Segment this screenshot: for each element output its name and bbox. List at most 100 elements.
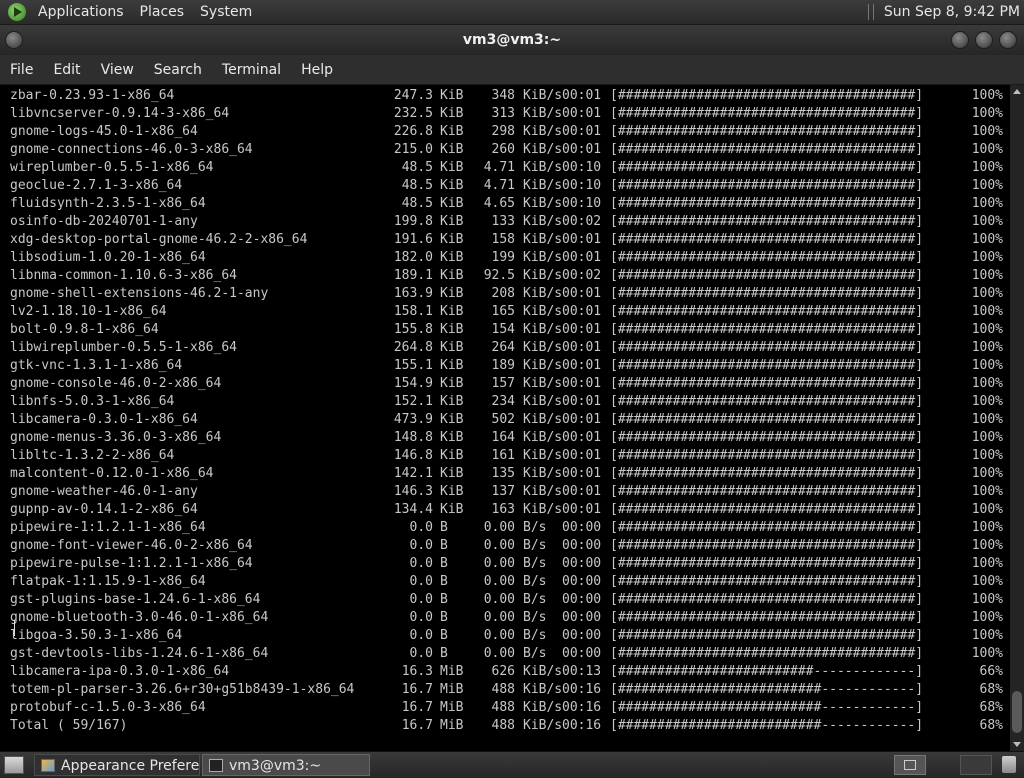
download-size: 247.3 (393, 88, 433, 103)
download-row: pipewire-pulse-1:1.2.1-1-x86_64 0.0 B 0.00 B… (10, 555, 1005, 573)
size-unit: KiB (440, 196, 464, 211)
rate-unit: KiB/s (523, 700, 563, 715)
appearance-app-icon (41, 759, 55, 772)
download-size: 199.8 (393, 214, 433, 229)
transfer-rate: 348 (491, 88, 515, 103)
rate-unit: KiB/s (523, 196, 563, 211)
package-name: gnome-shell-extensions-46.2-1-any (10, 286, 269, 301)
elapsed-time: 00:01 (562, 466, 602, 481)
size-unit: KiB (440, 466, 464, 481)
rate-unit: KiB/s (523, 430, 563, 445)
progress-percent: 100% (971, 520, 1003, 535)
scroll-up-icon[interactable] (1010, 85, 1024, 99)
download-row: gnome-bluetooth-3.0-46.0-1-x86_64 0.0 B 0.0… (10, 609, 1005, 627)
size-unit: KiB (440, 286, 464, 301)
top-panel: Applications Places System Sun Sep 8, 9:… (0, 0, 1024, 25)
package-name: xdg-desktop-portal-gnome-46.2-2-x86_64 (10, 232, 308, 247)
size-unit: B (440, 538, 448, 553)
download-row: xdg-desktop-portal-gnome-46.2-2-x86_64 19… (10, 231, 1005, 249)
package-name: libwireplumber-0.5.5-1-x86_64 (10, 340, 237, 355)
rate-unit: KiB/s (523, 160, 563, 175)
elapsed-time: 00:01 (562, 502, 602, 517)
minimize-button[interactable] (951, 31, 969, 49)
menu-help[interactable]: Help (291, 62, 343, 78)
progress-bar: [##########################------------] (610, 718, 924, 733)
task-appearance-preferences[interactable]: Appearance Prefere... (34, 754, 200, 776)
download-row: gst-plugins-base-1.24.6-1-x86_64 0.0 B 0.00… (10, 591, 1005, 609)
menu-view[interactable]: View (91, 62, 144, 78)
close-button[interactable] (999, 31, 1017, 49)
download-row: gnome-console-46.0-2-x86_64 154.9 KiB 157 Ki… (10, 375, 1005, 393)
progress-bar: [######################################] (610, 610, 924, 625)
download-size: 0.0 (409, 646, 433, 661)
progress-percent: 100% (971, 448, 1003, 463)
progress-bar: [######################################] (610, 124, 924, 139)
transfer-rate: 199 (491, 250, 515, 265)
progress-bar: [######################################] (610, 466, 924, 481)
transfer-rate: 0.00 (483, 610, 515, 625)
download-size: 16.7 (401, 682, 433, 697)
rate-unit: B/s (523, 538, 547, 553)
download-size: 232.5 (393, 106, 433, 121)
elapsed-time: 00:01 (562, 232, 602, 247)
progress-percent: 100% (971, 250, 1003, 265)
workspace-1[interactable] (894, 755, 926, 775)
transfer-rate: 0.00 (483, 520, 515, 535)
system-menu[interactable]: System (192, 4, 260, 20)
progress-bar: [######################################] (610, 628, 924, 643)
download-size: 155.1 (393, 358, 433, 373)
show-desktop-icon[interactable] (4, 756, 24, 774)
package-name: gupnp-av-0.14.1-2-x86_64 (10, 502, 198, 517)
transfer-rate: 158 (491, 232, 515, 247)
window-menu-icon[interactable] (5, 31, 23, 49)
elapsed-time: 00:01 (562, 394, 602, 409)
download-size: 0.0 (409, 556, 433, 571)
rate-unit: KiB/s (523, 88, 563, 103)
menu-edit[interactable]: Edit (43, 62, 90, 78)
task-terminal[interactable]: vm3@vm3:~ (202, 754, 370, 776)
menu-file[interactable]: File (0, 62, 43, 78)
progress-percent: 100% (971, 628, 1003, 643)
clock[interactable]: Sun Sep 8, 9:42 PM (884, 4, 1020, 20)
maximize-button[interactable] (975, 31, 993, 49)
scroll-down-icon[interactable] (1010, 737, 1024, 751)
terminal-menubar: File Edit View Search Terminal Help (0, 55, 1024, 85)
package-name: geoclue-2.7.1-3-x86_64 (10, 178, 183, 193)
package-name: libltc-1.3.2-2-x86_64 (10, 448, 175, 463)
elapsed-time: 00:00 (562, 520, 602, 535)
transfer-rate: 502 (491, 412, 515, 427)
download-row: geoclue-2.7.1-3-x86_64 48.5 KiB 4.71 KiB/s 00… (10, 177, 1005, 195)
size-unit: KiB (440, 178, 464, 193)
size-unit: KiB (440, 250, 464, 265)
terminal-scrollbar[interactable] (1010, 85, 1024, 751)
package-name: malcontent-0.12.0-1-x86_64 (10, 466, 214, 481)
transfer-rate: 208 (491, 286, 515, 301)
rate-unit: KiB/s (523, 466, 563, 481)
download-size: 155.8 (393, 322, 433, 337)
menu-terminal[interactable]: Terminal (212, 62, 291, 78)
window-titlebar[interactable]: vm3@vm3:~ (0, 25, 1024, 55)
scroll-thumb[interactable] (1012, 691, 1022, 733)
applications-logo-icon[interactable] (8, 3, 26, 21)
package-name: gnome-console-46.0-2-x86_64 (10, 376, 222, 391)
progress-bar: [######################################] (610, 340, 924, 355)
trash-icon[interactable] (1002, 756, 1016, 773)
progress-bar: [######################################] (610, 520, 924, 535)
download-row: fluidsynth-2.3.5-1-x86_64 48.5 KiB 4.65 KiB/… (10, 195, 1005, 213)
size-unit: KiB (440, 142, 464, 157)
rate-unit: B/s (523, 556, 547, 571)
elapsed-time: 00:00 (562, 646, 602, 661)
package-name: libgoa-3.50.3-1-x86_64 (10, 628, 183, 643)
transfer-rate: 0.00 (483, 628, 515, 643)
transfer-rate: 0.00 (483, 574, 515, 589)
terminal-output[interactable]: zbar-0.23.93-1-x86_64 247.3 KiB 348 KiB/s 00:… (0, 85, 1010, 751)
elapsed-time: 00:01 (562, 376, 602, 391)
progress-percent: 100% (971, 466, 1003, 481)
transfer-rate: 92.5 (483, 268, 515, 283)
applications-menu[interactable]: Applications (30, 4, 132, 20)
progress-percent: 100% (971, 142, 1003, 157)
places-menu[interactable]: Places (132, 4, 193, 20)
workspace-2[interactable] (960, 755, 992, 775)
menu-search[interactable]: Search (144, 62, 212, 78)
elapsed-time: 00:16 (562, 682, 602, 697)
